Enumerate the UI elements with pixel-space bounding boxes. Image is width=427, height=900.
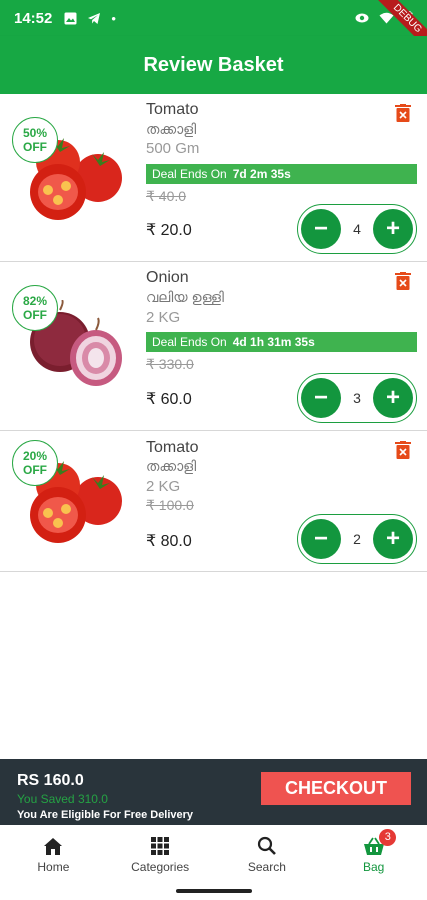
deal-timer: Deal Ends On 7d 2m 35s bbox=[146, 164, 417, 184]
item-quantity: 2 KG bbox=[146, 478, 181, 495]
decrease-button[interactable]: − bbox=[301, 519, 341, 559]
item-local-name: തക്കാളി bbox=[146, 121, 197, 137]
deal-label: Deal Ends On bbox=[152, 167, 227, 181]
increase-button[interactable]: + bbox=[372, 519, 413, 559]
status-bar: 14:52 • DEBUG bbox=[0, 0, 427, 58]
nav-home[interactable]: Home bbox=[0, 825, 107, 880]
quantity-stepper: − 2 + bbox=[297, 514, 417, 564]
status-icons-left: • bbox=[64, 11, 116, 26]
item-price: ₹ 60.0 bbox=[146, 391, 192, 408]
savings-text: You Saved 310.0 bbox=[17, 792, 108, 806]
basket-item: 50% OFF Tomato തക്കാളി 500 Gm Deal Ends … bbox=[0, 94, 427, 262]
item-mrp: ₹ 330.0 bbox=[146, 356, 194, 372]
total-amount: RS 160.0 bbox=[17, 772, 84, 789]
item-local-name: വലിയ ഉള്ളി bbox=[146, 289, 224, 305]
item-price: ₹ 80.0 bbox=[146, 533, 192, 550]
deal-time: 7d 2m 35s bbox=[232, 167, 291, 181]
delete-icon[interactable] bbox=[395, 441, 411, 459]
item-name: Onion bbox=[146, 269, 189, 286]
item-quantity: 500 Gm bbox=[146, 140, 200, 157]
item-name: Tomato bbox=[146, 101, 199, 118]
nav-label: Home bbox=[37, 860, 70, 874]
quantity-count: 2 bbox=[353, 531, 361, 547]
delete-icon[interactable] bbox=[395, 104, 411, 122]
dot-icon: • bbox=[111, 10, 116, 26]
app-bar: Review Basket bbox=[0, 36, 427, 94]
search-icon bbox=[257, 836, 276, 855]
cart-count-badge: 3 bbox=[379, 829, 397, 846]
discount-percent: 20% bbox=[22, 449, 48, 463]
nav-label: Categories bbox=[131, 860, 190, 874]
delivery-eligibility: You Are Eligible For Free Delivery bbox=[17, 809, 194, 821]
item-mrp: ₹ 100.0 bbox=[146, 497, 194, 513]
discount-label: OFF bbox=[23, 463, 47, 477]
basket-item: 20% OFF Tomato തക്കാളി 2 KG ₹ 100.0 ₹ 80… bbox=[0, 431, 427, 572]
home-icon bbox=[44, 838, 63, 855]
discount-badge: 50% OFF bbox=[12, 117, 58, 163]
image-icon bbox=[64, 12, 77, 24]
app-root: 14:52 • DEBUG Review Basket 50% OFF Toma… bbox=[0, 0, 427, 900]
discount-label: OFF bbox=[23, 140, 47, 154]
item-quantity: 2 KG bbox=[146, 309, 181, 326]
checkout-button[interactable]: CHECKOUT bbox=[261, 772, 411, 805]
deal-label: Deal Ends On bbox=[152, 335, 227, 349]
quantity-count: 4 bbox=[353, 221, 361, 237]
discount-badge: 82% OFF bbox=[12, 285, 58, 331]
home-gesture-bar[interactable] bbox=[176, 889, 252, 893]
nav-label: Search bbox=[247, 860, 286, 874]
item-mrp: ₹ 40.0 bbox=[146, 188, 187, 204]
nav-label: Bag bbox=[362, 860, 385, 874]
discount-percent: 50% bbox=[22, 126, 48, 140]
discount-badge: 20% OFF bbox=[12, 440, 58, 486]
decrease-button[interactable]: − bbox=[301, 378, 341, 418]
status-time: 14:52 bbox=[14, 9, 53, 27]
nav-search[interactable]: Search bbox=[214, 825, 321, 880]
quantity-stepper: − 4 + bbox=[297, 204, 417, 254]
basket-item: 82% OFF Onion വലിയ ഉള്ളി 2 KG Deal Ends … bbox=[0, 262, 427, 431]
quantity-count: 3 bbox=[353, 390, 361, 406]
increase-button[interactable]: + bbox=[372, 209, 413, 249]
item-price: ₹ 20.0 bbox=[146, 222, 192, 239]
delete-icon[interactable] bbox=[395, 272, 411, 290]
page-title: Review Basket bbox=[143, 53, 284, 76]
bottom-nav: Home Categories Search Bag 3 bbox=[0, 825, 427, 880]
telegram-icon bbox=[88, 12, 101, 24]
item-local-name: തക്കാളി bbox=[146, 458, 197, 474]
discount-label: OFF bbox=[23, 308, 47, 322]
grid-icon bbox=[151, 837, 170, 855]
nav-categories[interactable]: Categories bbox=[107, 825, 214, 880]
eye-icon bbox=[355, 13, 369, 23]
increase-button[interactable]: + bbox=[372, 378, 413, 418]
nav-bag[interactable]: Bag 3 bbox=[320, 825, 427, 880]
item-name: Tomato bbox=[146, 439, 199, 456]
quantity-stepper: − 3 + bbox=[297, 373, 417, 423]
decrease-button[interactable]: − bbox=[301, 209, 341, 249]
basket-list: 50% OFF Tomato തക്കാളി 500 Gm Deal Ends … bbox=[0, 94, 427, 572]
checkout-bar: RS 160.0 You Saved 310.0 You Are Eligibl… bbox=[0, 759, 427, 825]
deal-timer: Deal Ends On 4d 1h 31m 35s bbox=[146, 332, 417, 352]
deal-time: 4d 1h 31m 35s bbox=[232, 335, 315, 349]
discount-percent: 82% bbox=[22, 294, 48, 308]
